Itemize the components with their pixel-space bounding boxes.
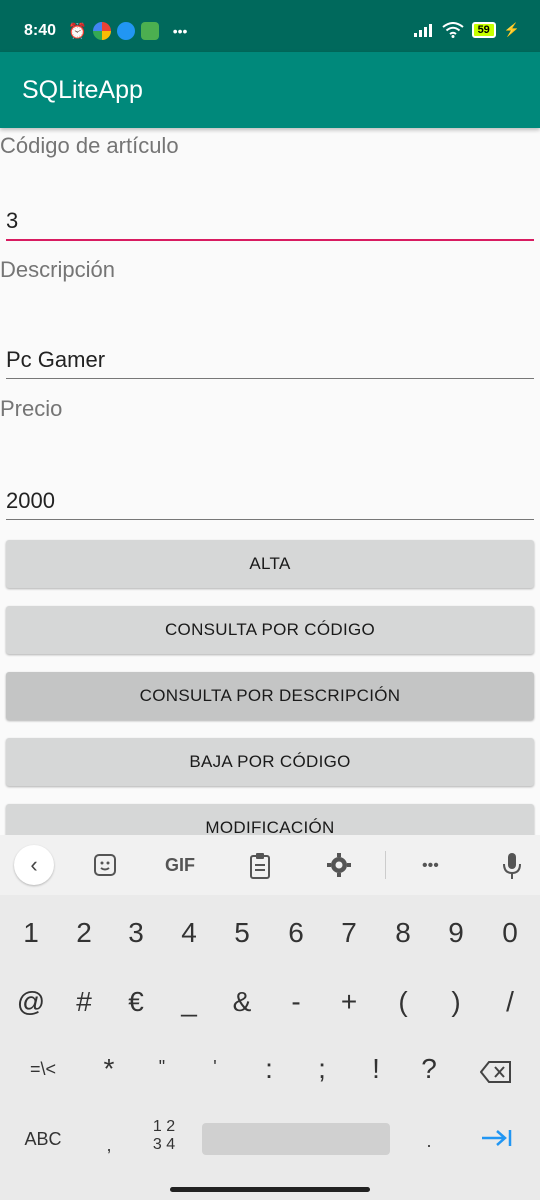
key-question[interactable]: ? [402,1053,456,1085]
codigo-input[interactable]: 3 [6,208,18,234]
app-bar: SQLiteApp [0,52,540,128]
gif-icon[interactable]: GIF [165,855,195,876]
numpad-top-label: 1 2 [152,1118,176,1135]
key-9[interactable]: 9 [429,917,483,949]
key-0[interactable]: 0 [483,917,537,949]
tab-next-icon[interactable] [481,1128,513,1148]
precio-label: Precio [0,396,63,421]
key-comma[interactable]: , [82,1135,136,1156]
charging-icon: ⚡ [503,22,520,37]
signal-icon [413,24,432,37]
notification-icons: ⏰ ••• [68,22,187,40]
sticker-icon[interactable] [92,852,118,878]
precio-input[interactable]: 2000 [6,488,55,514]
keyboard: ‹ GIF ••• 1 2 3 4 5 6 7 8 9 0 @ # € _ & … [0,835,540,1200]
key-period[interactable]: . [402,1131,456,1152]
key-5[interactable]: 5 [215,917,269,949]
key-underscore[interactable]: _ [162,986,216,1018]
key-at[interactable]: @ [4,986,58,1018]
key-euro[interactable]: € [109,986,163,1018]
app-title: SQLiteApp [22,76,143,104]
wifi-icon [441,22,464,38]
key-ampersand[interactable]: & [215,986,269,1018]
status-right: 59 ⚡ [413,22,520,38]
key-abc[interactable]: ABC [16,1129,70,1150]
consulta-descripcion-button[interactable]: CONSULTA POR DESCRIPCIÓN [6,672,534,720]
alarm-icon: ⏰ [68,23,87,40]
key-slash[interactable]: / [483,986,537,1018]
clipboard-icon[interactable] [248,852,272,880]
status-bar: 8:40 ⏰ ••• 59 ⚡ [0,0,540,52]
key-hash[interactable]: # [57,986,111,1018]
space-key[interactable] [202,1123,390,1155]
key-minus[interactable]: - [269,986,323,1018]
navigation-handle[interactable] [170,1187,370,1192]
key-open-paren[interactable]: ( [376,986,430,1018]
photos-icon [92,22,111,40]
key-4[interactable]: 4 [162,917,216,949]
key-single-quote[interactable]: ' [188,1057,242,1078]
settings-icon[interactable] [326,852,352,878]
key-2[interactable]: 2 [57,917,111,949]
app-notification-icon [140,22,159,40]
codigo-label: Código de artículo [0,133,179,158]
battery-icon: 59 [471,22,496,38]
key-double-quote[interactable]: " [135,1057,189,1078]
precio-input-underline [6,519,534,520]
consulta-codigo-button[interactable]: CONSULTA POR CÓDIGO [6,606,534,654]
backspace-icon[interactable] [480,1061,512,1083]
keyboard-toolbar: ‹ GIF ••• [0,835,540,895]
alta-button[interactable]: ALTA [6,540,534,588]
descripcion-label: Descripción [0,257,115,282]
descripcion-input-underline [6,378,534,379]
key-more-symbols[interactable]: =\< [16,1059,70,1080]
codigo-input-underline [6,239,534,241]
key-semicolon[interactable]: ; [295,1053,349,1085]
key-8[interactable]: 8 [376,917,430,949]
key-numpad[interactable]: 1 2 3 4 [142,1118,186,1154]
key-6[interactable]: 6 [269,917,323,949]
key-3[interactable]: 3 [109,917,163,949]
baja-codigo-button[interactable]: BAJA POR CÓDIGO [6,738,534,786]
toolbar-separator [385,851,386,879]
more-notifications-icon: ••• [172,23,188,39]
key-asterisk[interactable]: * [82,1053,136,1085]
key-colon[interactable]: : [242,1053,296,1085]
numpad-bottom-label: 3 4 [152,1136,176,1153]
cloud-icon [116,22,135,40]
descripcion-input[interactable]: Pc Gamer [6,347,105,373]
key-1[interactable]: 1 [4,917,58,949]
more-icon[interactable]: ••• [422,857,439,875]
status-time: 8:40 [24,22,57,39]
key-close-paren[interactable]: ) [429,986,483,1018]
key-exclamation[interactable]: ! [349,1053,403,1085]
key-plus[interactable]: + [322,986,376,1018]
microphone-icon[interactable] [502,852,522,880]
back-icon[interactable]: ‹ [14,845,54,885]
key-7[interactable]: 7 [322,917,376,949]
